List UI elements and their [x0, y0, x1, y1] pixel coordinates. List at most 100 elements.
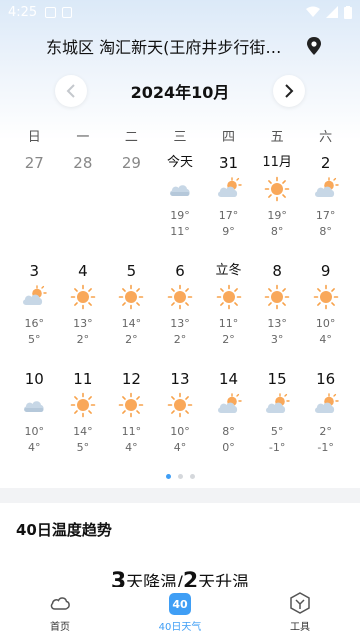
day-label: 14: [218, 370, 239, 388]
calendar-day-cell[interactable]: 10 10° 4°: [10, 368, 59, 476]
partly-cloudy-icon: [313, 176, 339, 202]
calendar-day-cell[interactable]: 14 8° 0°: [204, 368, 253, 476]
sunny-icon: [313, 284, 339, 310]
sunny-icon: [70, 284, 96, 310]
page-dot-2[interactable]: [177, 474, 183, 479]
sunny-icon: [70, 392, 96, 418]
day-label: 今天: [166, 155, 193, 170]
cloudy-icon: [167, 176, 193, 202]
location-pin-icon[interactable]: [306, 37, 322, 55]
weekday-wed: 三: [173, 130, 187, 145]
temp-high: 19°: [170, 209, 190, 222]
weekday-sun: 日: [27, 130, 41, 145]
temp-high: 10°: [170, 425, 190, 438]
location-text[interactable]: 东城区 淘汇新天(王府井步行街…: [46, 34, 296, 58]
calendar-day-cell: 28: [59, 152, 108, 260]
calendar-day-cell[interactable]: 今天 19° 11°: [156, 152, 205, 260]
temp-low: 2°: [222, 333, 235, 346]
next-month-button[interactable]: [273, 75, 305, 107]
battery-icon: [344, 5, 352, 19]
calendar-day-cell[interactable]: 12 11° 4°: [107, 368, 156, 476]
weekday-thu: 四: [222, 130, 236, 145]
tab-40-day[interactable]: 40 40日天气: [120, 587, 240, 639]
calendar-day-cell[interactable]: 16 2° -1°: [301, 368, 350, 476]
status-time: 4:25: [8, 4, 38, 20]
tab-home[interactable]: 首页: [0, 587, 120, 639]
bottom-tab-bar: 首页 40 40日天气 工具: [0, 587, 360, 639]
calendar-day-cell[interactable]: 15 5° -1°: [253, 368, 302, 476]
calendar-day-cell[interactable]: 6 13° 2°: [156, 260, 205, 368]
day-label: 28: [73, 154, 93, 172]
calendar-day-cell[interactable]: 11 14° 5°: [59, 368, 108, 476]
location-bar[interactable]: 东城区 淘汇新天(王府井步行街…: [0, 28, 360, 64]
temp-low: -1°: [268, 441, 286, 454]
day-label: 2: [320, 154, 331, 172]
temp-low: 4°: [125, 441, 138, 454]
calendar-day-cell[interactable]: 11月 19° 8°: [253, 152, 302, 260]
page-indicator: [0, 474, 360, 479]
temp-high: 14°: [121, 317, 142, 330]
weekday-header: 日 一 二 三 四 五 六: [10, 126, 350, 145]
temp-high: 8°: [222, 425, 235, 438]
calendar-grid: 27 28 29 今天 19° 11° 31 17° 9° 11月 19° 8° 2 17° 8° 3 16° 5…: [10, 152, 350, 476]
day-label: 16: [316, 370, 336, 388]
month-title: 2024年10月: [130, 83, 230, 102]
calendar-day-cell[interactable]: 2 17° 8°: [301, 152, 350, 260]
page-dot-3[interactable]: [189, 474, 195, 479]
partly-cloudy-icon: [216, 176, 242, 202]
temp-low: 5°: [76, 441, 90, 454]
tab-tools-label: 工具: [290, 622, 310, 633]
prev-month-button[interactable]: [55, 75, 87, 107]
temp-high: 10°: [24, 425, 45, 438]
temp-high: 16°: [24, 317, 45, 330]
calendar-day-cell[interactable]: 13 10° 4°: [156, 368, 205, 476]
temp-high: 11°: [121, 425, 142, 438]
sunny-icon: [167, 392, 193, 418]
notification-icon: [45, 6, 57, 18]
day-label: 31: [218, 154, 239, 172]
month-navigation: 2024年10月: [0, 74, 360, 108]
day-label: 13: [170, 370, 190, 388]
temp-low: 8°: [270, 225, 284, 238]
weekday-sat: 六: [319, 130, 333, 145]
page-dot-1[interactable]: [165, 474, 171, 479]
temp-high: 13°: [267, 317, 287, 330]
temp-high: 14°: [73, 425, 93, 438]
temp-low: 4°: [319, 333, 332, 346]
temp-low: 9°: [222, 225, 235, 238]
temp-low: 5°: [28, 333, 41, 346]
temp-low: 2°: [125, 333, 138, 346]
calendar-week-row: 3 16° 5° 4 13° 2° 5 14° 2° 6 13° 2° 立冬 11° 2° 8 13° 3° 9 10…: [10, 260, 350, 368]
calendar-day-cell[interactable]: 9 10° 4°: [301, 260, 350, 368]
temp-high: 11°: [218, 317, 239, 330]
calendar-day-cell[interactable]: 5 14° 2°: [107, 260, 156, 368]
signal-icon: [326, 6, 338, 18]
calendar-day-cell[interactable]: 3 16° 5°: [10, 260, 59, 368]
chevron-left-icon: [66, 84, 75, 98]
calendar-day-cell[interactable]: 31 17° 9°: [204, 152, 253, 260]
sunny-icon: [264, 284, 290, 310]
day-label: 3: [29, 262, 40, 280]
badge-40-icon: 40: [169, 593, 191, 615]
calendar-day-cell[interactable]: 立冬 11° 2°: [204, 260, 253, 368]
tab-tools[interactable]: 工具: [240, 587, 360, 639]
partly-cloudy-icon: [313, 392, 339, 418]
temp-high: 5°: [270, 425, 284, 438]
calendar-week-row: 10 10° 4° 11 14° 5° 12 11° 4° 13 10° 4° 14 8° 0° 15 5° -1…: [10, 368, 350, 476]
tool-icon: [290, 592, 310, 614]
partly-cloudy-icon: [21, 284, 47, 310]
calendar-day-cell[interactable]: 4 13° 2°: [59, 260, 108, 368]
calendar-day-cell[interactable]: 8 13° 3°: [253, 260, 302, 368]
partly-cloudy-icon: [216, 392, 242, 418]
sunny-icon: [118, 284, 144, 310]
day-label: 12: [121, 370, 141, 388]
day-label: 15: [267, 370, 287, 388]
wifi-icon: [306, 6, 320, 17]
status-bar: 4:25: [0, 0, 360, 24]
temp-low: 4°: [28, 441, 41, 454]
sunny-icon: [216, 284, 242, 310]
sunny-icon: [118, 392, 144, 418]
day-label: 27: [24, 154, 44, 172]
weekday-tue: 二: [124, 130, 138, 145]
notification-a-icon: [62, 6, 73, 18]
